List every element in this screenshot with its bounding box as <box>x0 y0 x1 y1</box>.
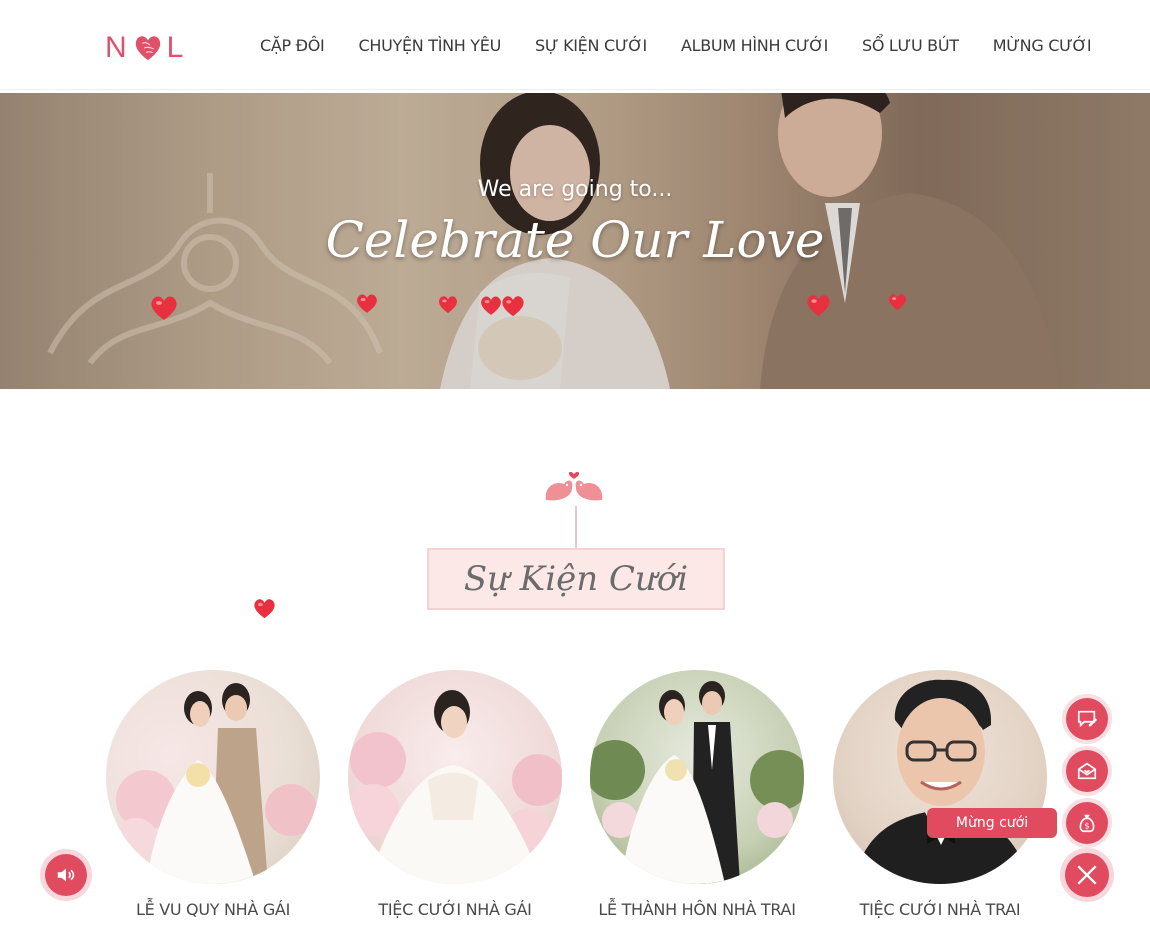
nav-item-wedding-events[interactable]: SỰ KIỆN CƯỚI <box>518 28 664 63</box>
event-photo[interactable] <box>590 670 804 884</box>
section-title: Sự Kiện Cưới <box>463 559 689 599</box>
event-photo[interactable] <box>833 670 1047 884</box>
heart-icon <box>357 294 377 313</box>
music-toggle-button[interactable] <box>45 854 87 896</box>
guestbook-button[interactable] <box>1066 698 1108 740</box>
heart-icon <box>888 294 907 311</box>
site-header: N L CẶP ĐÔI CHUYỆN TÌNH YÊU SỰ KIỆN CƯỚI… <box>0 0 1150 90</box>
heart-icon <box>439 296 457 314</box>
section-title-banner: Sự Kiện Cưới <box>427 548 725 610</box>
send-wishes-button[interactable] <box>1066 750 1108 792</box>
logo-left-initial: N <box>105 31 129 64</box>
site-logo[interactable]: N L <box>105 28 185 68</box>
wedding-gift-button[interactable]: $ <box>1066 802 1108 844</box>
event-card[interactable]: TIỆC CƯỚI NHÀ TRAI <box>833 670 1047 919</box>
heart-icon <box>807 295 830 317</box>
event-title: TIỆC CƯỚI NHÀ TRAI <box>859 900 1021 919</box>
hero-subtitle: We are going to... <box>477 177 673 202</box>
event-card[interactable]: TIỆC CƯỚI NHÀ GÁI <box>348 670 562 919</box>
nav-item-love-story[interactable]: CHUYỆN TÌNH YÊU <box>341 28 518 63</box>
hero-title: Celebrate Our Love <box>325 211 825 269</box>
speaker-icon <box>57 868 75 882</box>
nav-item-wedding-album[interactable]: ALBUM HÌNH CƯỚI <box>664 28 845 63</box>
nav-item-couple[interactable]: CẶP ĐÔI <box>243 28 341 63</box>
heart-icon <box>254 599 275 619</box>
heart-icon <box>502 296 524 317</box>
close-menu-button[interactable] <box>1065 853 1109 897</box>
heart-logo-icon <box>135 36 160 61</box>
money-bag-icon: $ <box>1079 814 1095 833</box>
event-photo[interactable] <box>106 670 320 884</box>
svg-text:$: $ <box>1084 821 1089 831</box>
love-birds-icon <box>545 471 603 501</box>
event-card[interactable]: LỄ VU QUY NHÀ GÁI <box>106 670 320 919</box>
hanging-string <box>575 506 577 548</box>
wedding-gift-tooltip: Mừng cưới <box>927 808 1057 838</box>
main-nav: CẶP ĐÔI CHUYỆN TÌNH YÊU SỰ KIỆN CƯỚI ALB… <box>243 28 1108 63</box>
hero-banner: We are going to... Celebrate Our Love <box>0 93 1150 389</box>
event-card[interactable]: LỄ THÀNH HÔN NHÀ TRAI <box>590 670 804 919</box>
envelope-heart-icon <box>1077 762 1097 780</box>
nav-item-wedding-gift[interactable]: MỪNG CƯỚI <box>976 28 1109 63</box>
heart-icon <box>481 296 501 315</box>
chat-edit-icon <box>1077 710 1098 728</box>
nav-item-guestbook[interactable]: SỔ LƯU BÚT <box>845 28 976 63</box>
logo-right-initial: L <box>166 31 186 64</box>
heart-icon <box>151 296 177 320</box>
close-icon <box>1077 865 1097 885</box>
event-photo[interactable] <box>348 670 562 884</box>
